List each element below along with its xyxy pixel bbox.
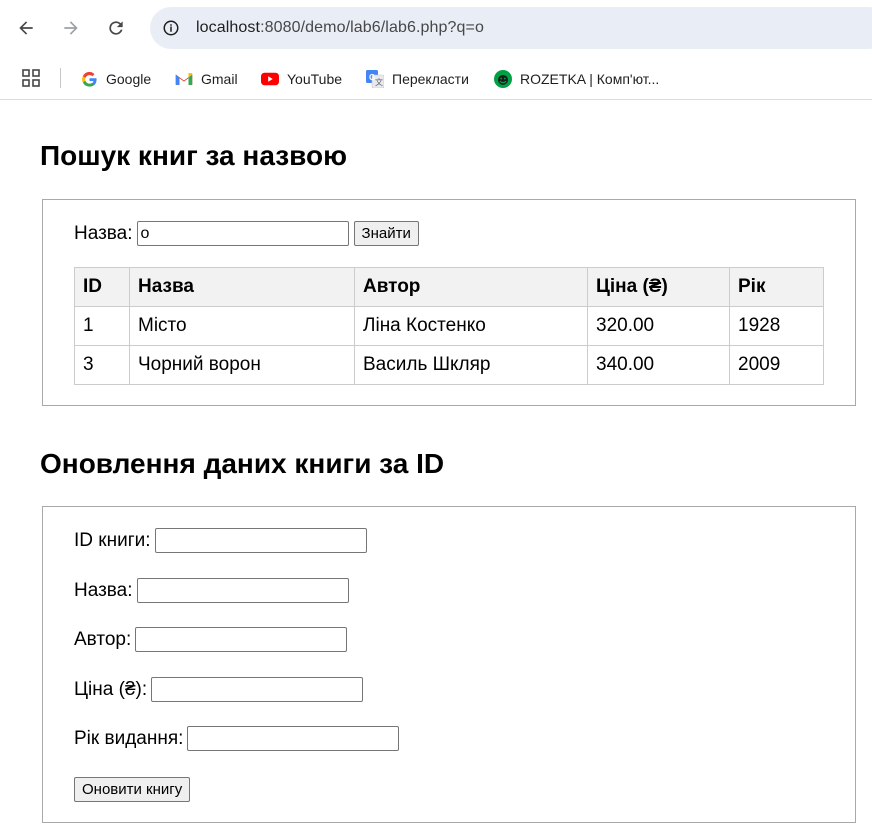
title-label: Назва: <box>74 579 133 601</box>
id-row: ID книги: <box>74 528 367 553</box>
cell-title: Чорний ворон <box>129 345 355 385</box>
table-row: 1 Місто Ліна Костенко 320.00 1928 <box>74 306 824 346</box>
search-form: Назва: Знайти ID Назва Автор Ціна (₴) Рі… <box>42 199 856 406</box>
column-header-year: Рік <box>729 267 824 307</box>
price-row: Ціна (₴): <box>74 677 364 702</box>
forward-button[interactable] <box>55 12 87 44</box>
bookmark-translate[interactable]: G 文 Перекласти <box>366 66 469 92</box>
results-table: ID Назва Автор Ціна (₴) Рік 1 Місто Ліна… <box>74 267 824 385</box>
url-path: :8080/demo/lab6/lab6.php?q=o <box>260 19 484 36</box>
title-input[interactable] <box>136 578 349 603</box>
update-book-button[interactable]: Оновити книгу <box>74 777 191 802</box>
rozetka-icon <box>494 70 512 88</box>
price-input[interactable] <box>151 677 364 702</box>
column-header-id: ID <box>74 267 130 307</box>
url-text: localhost:8080/demo/lab6/lab6.php?q=o <box>196 19 484 37</box>
back-arrow-icon <box>19 21 33 35</box>
svg-text:文: 文 <box>375 77 383 87</box>
youtube-icon <box>261 70 279 88</box>
update-heading: Оновлення даних книги за ID <box>40 448 445 479</box>
translate-icon: G 文 <box>366 70 384 88</box>
search-input[interactable] <box>136 221 349 246</box>
author-input[interactable] <box>135 627 348 652</box>
back-button[interactable] <box>10 12 42 44</box>
address-bar[interactable]: localhost:8080/demo/lab6/lab6.php?q=o <box>150 7 872 49</box>
reload-icon <box>109 21 123 35</box>
year-label: Рік видання: <box>74 727 184 749</box>
bookmark-gmail[interactable]: Gmail <box>175 66 238 92</box>
search-heading: Пошук книг за назвою <box>40 140 348 171</box>
reload-button[interactable] <box>100 12 132 44</box>
site-info-icon[interactable] <box>160 17 182 39</box>
cell-author: Василь Шкляр <box>354 345 588 385</box>
bookmark-label: ROZETKA | Комп'ют... <box>520 71 660 87</box>
update-form: ID книги: Назва: Автор: Ціна (₴): Рік ви… <box>42 506 856 823</box>
google-icon <box>80 70 98 88</box>
browser-toolbar: localhost:8080/demo/lab6/lab6.php?q=o <box>0 0 872 56</box>
price-label: Ціна (₴): <box>74 678 148 700</box>
bookmark-label: Gmail <box>201 71 238 87</box>
submit-row: Оновити книгу <box>74 777 191 802</box>
cell-id: 3 <box>74 345 130 385</box>
cell-price: 320.00 <box>587 306 730 346</box>
id-label: ID книги: <box>74 529 151 551</box>
bookmark-label: Перекласти <box>392 71 469 87</box>
column-header-author: Автор <box>354 267 588 307</box>
gmail-icon <box>175 70 193 88</box>
cell-year: 1928 <box>729 306 824 346</box>
search-row: Назва: Знайти <box>74 221 419 246</box>
table-row: 3 Чорний ворон Василь Шкляр 340.00 2009 <box>74 345 824 385</box>
bookmark-youtube[interactable]: YouTube <box>261 66 342 92</box>
table-header-row: ID Назва Автор Ціна (₴) Рік <box>74 267 824 307</box>
apps-grid-icon[interactable] <box>22 69 40 87</box>
bookmark-rozetka[interactable]: ROZETKA | Комп'ют... <box>494 66 659 92</box>
bookmarks-bar: Google Gmail YouTube G 文 Перекласти ROZE… <box>0 56 872 100</box>
cell-author: Ліна Костенко <box>354 306 588 346</box>
cell-id: 1 <box>74 306 130 346</box>
author-label: Автор: <box>74 628 132 650</box>
column-header-title: Назва <box>129 267 355 307</box>
url-host: localhost <box>196 19 261 36</box>
title-row: Назва: <box>74 578 349 603</box>
search-label: Назва: <box>74 222 133 244</box>
bookmark-google[interactable]: Google <box>80 66 151 92</box>
cell-title: Місто <box>129 306 355 346</box>
year-input[interactable] <box>187 726 400 751</box>
author-row: Автор: <box>74 627 348 652</box>
column-header-price: Ціна (₴) <box>587 267 730 307</box>
cell-price: 340.00 <box>587 345 730 385</box>
year-row: Рік видання: <box>74 726 400 751</box>
search-button[interactable]: Знайти <box>353 221 419 246</box>
id-input[interactable] <box>154 528 367 553</box>
cell-year: 2009 <box>729 345 824 385</box>
forward-arrow-icon <box>64 21 78 35</box>
bookmark-label: YouTube <box>287 71 343 87</box>
bookmark-label: Google <box>106 71 152 87</box>
bookmarks-separator <box>60 68 61 88</box>
